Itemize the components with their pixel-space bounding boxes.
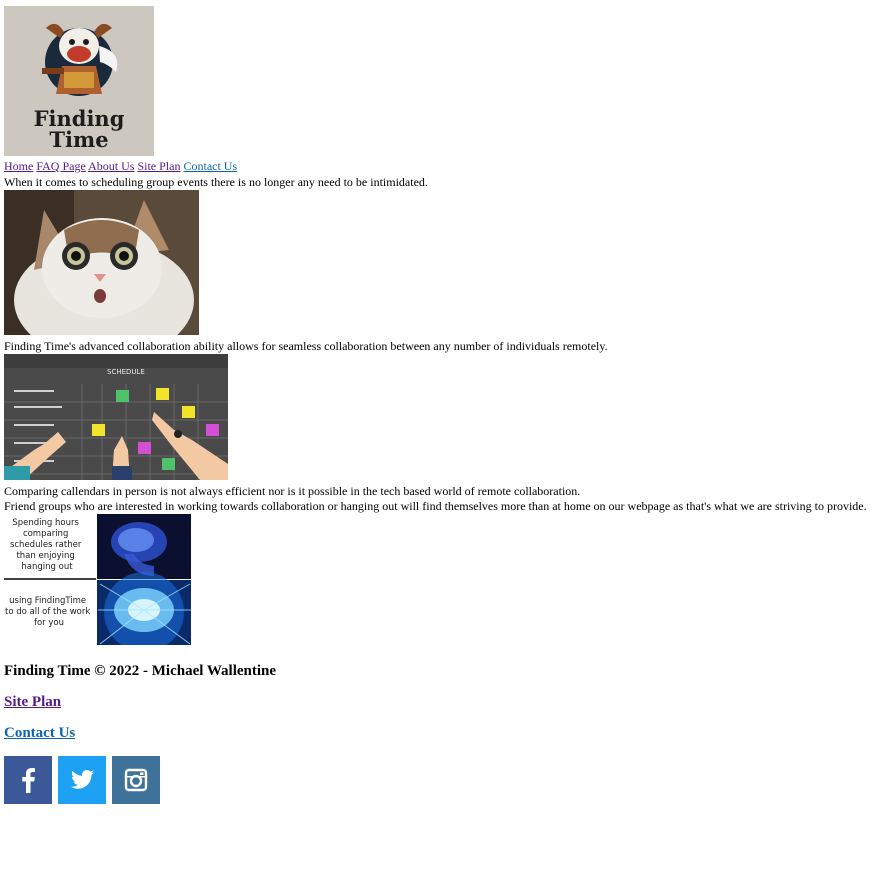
- collaboration-text: Finding Time's advanced collaboration ab…: [4, 339, 608, 353]
- footer-contact-link[interactable]: Contact Us: [4, 725, 75, 741]
- page: Finding Time Home FAQ Page About Us Site…: [4, 6, 867, 804]
- nav-about-link[interactable]: About Us: [88, 159, 134, 173]
- mascot-illustration: [42, 23, 118, 96]
- compare-text: Comparing callendars in person is not al…: [4, 484, 581, 498]
- footer-contact: Contact Us: [4, 724, 75, 742]
- instagram-icon: [112, 756, 160, 804]
- twitter-icon: [58, 756, 106, 804]
- footer-site-plan: Site Plan: [4, 693, 61, 711]
- schedule-header: SCHEDULE: [107, 368, 145, 376]
- meme-top-line-5: hanging out: [21, 562, 73, 572]
- nav-home-link[interactable]: Home: [4, 159, 33, 173]
- friends-text: Friend groups who are interested in work…: [4, 499, 867, 513]
- footer-site-plan-link[interactable]: Site Plan: [4, 694, 61, 710]
- logo-line-2: Time: [49, 127, 109, 152]
- meme-top-line-2: comparing: [23, 529, 68, 539]
- facebook-link[interactable]: [4, 756, 52, 804]
- logo-wordmark: Finding Time: [4, 108, 154, 150]
- meme-bottom-line-1: using FindingTime: [9, 596, 86, 606]
- nav-contact-link[interactable]: Contact Us: [183, 159, 237, 173]
- logo-line-1: Finding: [33, 106, 125, 131]
- intro-text: When it comes to scheduling group events…: [4, 175, 428, 189]
- meme-top-line-3: schedules rather: [10, 540, 82, 550]
- social-links: [4, 756, 163, 804]
- meme-bottom-line-3: for you: [34, 618, 64, 628]
- footer-copyright: Finding Time © 2022 - Michael Wallentine: [4, 663, 277, 679]
- instagram-link[interactable]: [112, 756, 160, 804]
- brain-meme-image: Spending hours comparing schedules rathe…: [4, 514, 191, 645]
- schedule-board-image: SCHEDULE: [4, 354, 228, 480]
- surprised-cat-image: [4, 190, 199, 335]
- nav-faq-link[interactable]: FAQ Page: [36, 159, 85, 173]
- nav-site-plan-link[interactable]: Site Plan: [137, 159, 180, 173]
- facebook-icon: [4, 756, 52, 804]
- site-logo[interactable]: Finding Time: [4, 6, 154, 156]
- meme-bottom-line-2: to do all of the work: [5, 607, 90, 617]
- twitter-link[interactable]: [58, 756, 106, 804]
- meme-top-line-1: Spending hours: [12, 518, 79, 528]
- main-nav: Home FAQ Page About Us Site Plan Contact…: [4, 159, 237, 174]
- meme-top-line-4: than enjoying: [16, 551, 74, 561]
